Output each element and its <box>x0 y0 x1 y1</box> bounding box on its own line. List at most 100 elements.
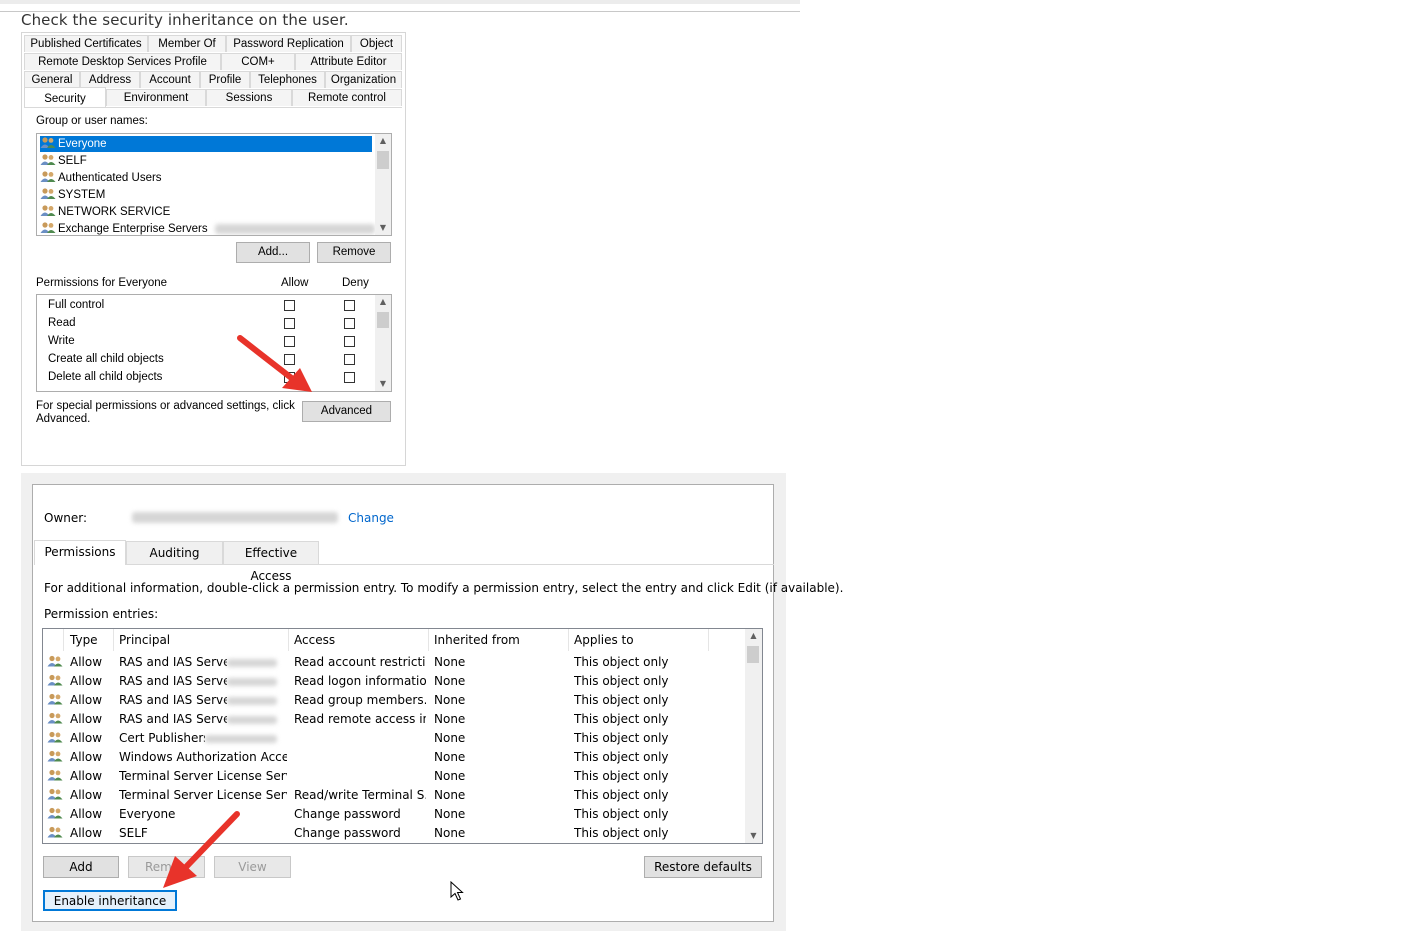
mouse-cursor-icon <box>450 881 464 901</box>
users-icon <box>47 710 65 729</box>
tab-effective-access[interactable]: Effective Access <box>223 541 319 583</box>
table-row[interactable]: Allow RAS and IAS Servers Read group mem… <box>43 691 747 710</box>
tab-security[interactable]: Security <box>24 87 106 107</box>
redacted-text <box>227 659 277 667</box>
tab-environment[interactable]: Environment <box>106 89 206 106</box>
column-header-access[interactable]: Access <box>294 629 335 651</box>
table-row[interactable]: Allow Terminal Server License Serve... R… <box>43 786 747 805</box>
entry-inherited-from: None <box>434 826 466 840</box>
users-icon <box>47 672 65 691</box>
users-icon <box>47 767 65 786</box>
tab-general[interactable]: General <box>24 71 80 88</box>
entry-principal: Terminal Server License Serve... <box>119 769 287 783</box>
tab-com-plus[interactable]: COM+ <box>221 53 295 70</box>
permissions-for-label: Permissions for Everyone <box>36 277 168 289</box>
tab-password-replication[interactable]: Password Replication <box>226 35 351 52</box>
deny-checkbox[interactable] <box>344 336 355 347</box>
users-icon <box>47 691 65 710</box>
scroll-down-icon[interactable]: ▼ <box>375 377 391 391</box>
header-separator <box>113 629 114 651</box>
scroll-down-icon[interactable]: ▼ <box>745 829 762 843</box>
table-row[interactable]: Allow RAS and IAS Servers Read logon inf… <box>43 672 747 691</box>
table-row[interactable]: Allow Everyone Change password None This… <box>43 805 747 824</box>
permission-entries-grid[interactable]: Type Principal Access Inherited from App… <box>42 628 763 844</box>
deny-checkbox[interactable] <box>344 354 355 365</box>
list-item[interactable]: NETWORK SERVICE <box>40 204 170 220</box>
group-list-scrollbar[interactable]: ▲ ▼ <box>375 134 391 235</box>
list-item[interactable]: Authenticated Users <box>40 170 162 186</box>
allow-checkbox[interactable] <box>284 300 295 311</box>
tab-attribute-editor[interactable]: Attribute Editor <box>295 53 402 70</box>
group-name: Authenticated Users <box>58 172 162 184</box>
permissions-list-scrollbar[interactable]: ▲ ▼ <box>375 295 391 391</box>
scroll-thumb[interactable] <box>377 312 389 328</box>
tab-auditing[interactable]: Auditing <box>126 541 223 564</box>
users-icon <box>40 222 56 234</box>
tab-telephones[interactable]: Telephones <box>250 71 325 88</box>
table-row[interactable]: Allow Windows Authorization Acce... None… <box>43 748 747 767</box>
scroll-thumb[interactable] <box>377 151 389 169</box>
scroll-thumb[interactable] <box>747 646 759 663</box>
entry-applies-to: This object only <box>574 731 669 745</box>
entry-type: Allow <box>70 712 103 726</box>
tab-remote-desktop-services-profile[interactable]: Remote Desktop Services Profile <box>24 53 221 70</box>
column-header-type[interactable]: Type <box>70 629 98 651</box>
list-item[interactable]: SELF <box>40 153 87 169</box>
restore-defaults-button[interactable]: Restore defaults <box>644 856 762 878</box>
column-header-inherited-from[interactable]: Inherited from <box>434 629 520 651</box>
tab-object[interactable]: Object <box>351 35 402 52</box>
column-header-applies-to[interactable]: Applies to <box>574 629 634 651</box>
tab-address[interactable]: Address <box>80 71 140 88</box>
group-user-list[interactable]: Everyone SELF Authenticated Users SYSTEM… <box>36 133 392 236</box>
deny-checkbox[interactable] <box>344 372 355 383</box>
entry-access: Read account restricti... <box>294 655 426 669</box>
change-owner-link[interactable]: Change <box>348 511 394 525</box>
list-item[interactable]: SYSTEM <box>40 187 105 203</box>
users-icon <box>40 171 56 183</box>
table-row[interactable]: Allow RAS and IAS Servers Read remote ac… <box>43 710 747 729</box>
scroll-up-icon[interactable]: ▲ <box>375 134 391 148</box>
scroll-up-icon[interactable]: ▲ <box>745 629 762 643</box>
tab-sessions[interactable]: Sessions <box>206 89 292 106</box>
table-row[interactable]: Allow RAS and IAS Servers Read account r… <box>43 653 747 672</box>
group-name: SYSTEM <box>58 189 106 201</box>
grid-scrollbar[interactable]: ▲ ▼ <box>745 629 762 843</box>
entry-type: Allow <box>70 674 103 688</box>
deny-column-label: Deny <box>342 277 369 289</box>
list-item[interactable]: Everyone <box>40 136 372 152</box>
scroll-up-icon[interactable]: ▲ <box>375 295 391 309</box>
scroll-down-icon[interactable]: ▼ <box>375 221 391 235</box>
tab-published-certificates[interactable]: Published Certificates <box>24 35 148 52</box>
tab-permissions[interactable]: Permissions <box>34 540 126 565</box>
redacted-text <box>227 678 277 686</box>
tab-organization[interactable]: Organization <box>325 71 402 88</box>
entry-inherited-from: None <box>434 655 466 669</box>
table-row[interactable]: Allow SELF Change password None This obj… <box>43 824 747 843</box>
entry-type: Allow <box>70 693 103 707</box>
tab-remote-control[interactable]: Remote control <box>292 89 402 106</box>
users-icon <box>40 188 56 200</box>
entry-access <box>294 748 426 767</box>
list-item[interactable]: Exchange Enterprise Servers <box>40 221 375 235</box>
entry-type: Allow <box>70 750 103 764</box>
deny-checkbox[interactable] <box>344 300 355 311</box>
tab-strip-border <box>126 564 774 565</box>
entry-access: Change password <box>294 807 401 821</box>
entry-access: Read/write Terminal S... <box>294 788 426 802</box>
entry-inherited-from: None <box>434 674 466 688</box>
allow-checkbox[interactable] <box>284 318 295 329</box>
tab-member-of[interactable]: Member Of <box>148 35 226 52</box>
remove-button[interactable]: Remove <box>317 242 391 263</box>
entry-inherited-from: None <box>434 769 466 783</box>
advanced-button[interactable]: Advanced <box>302 401 391 422</box>
column-header-principal[interactable]: Principal <box>119 629 170 651</box>
table-row[interactable]: Allow Cert Publishers None This object o… <box>43 729 747 748</box>
add-entry-button[interactable]: Add <box>43 856 119 878</box>
entry-applies-to: This object only <box>574 807 669 821</box>
add-button[interactable]: Add... <box>236 242 310 263</box>
table-row[interactable]: Allow Terminal Server License Serve... N… <box>43 767 747 786</box>
permissions-list[interactable]: Full control Read Write Create all child… <box>36 294 392 392</box>
deny-checkbox[interactable] <box>344 318 355 329</box>
tab-profile[interactable]: Profile <box>200 71 250 88</box>
tab-account[interactable]: Account <box>140 71 200 88</box>
